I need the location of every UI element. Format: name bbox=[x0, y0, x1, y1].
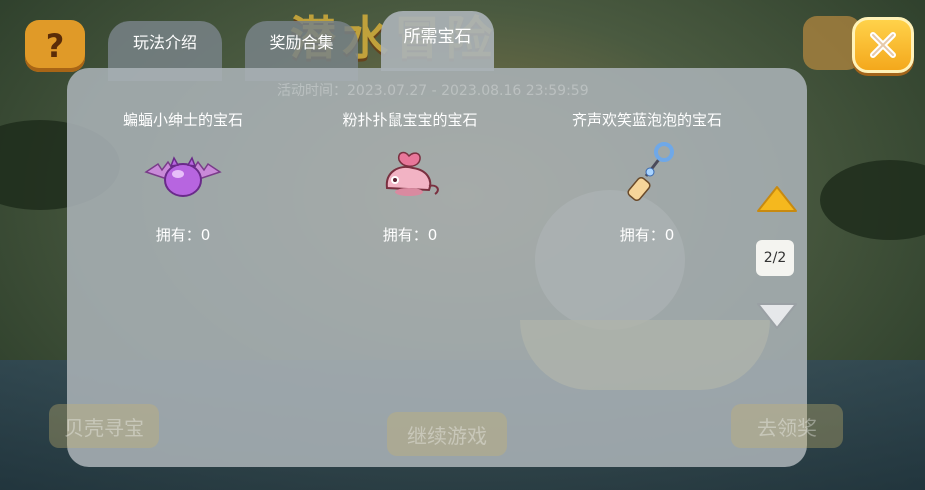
close-button[interactable] bbox=[852, 17, 914, 73]
gem-card-mouse: 粉扑扑鼠宝宝的宝石 拥有：0 bbox=[300, 108, 520, 245]
pink-mouse-gem-icon bbox=[385, 151, 439, 196]
background-claim-button: 去领奖 bbox=[731, 404, 843, 448]
gem-owned-count: 拥有：0 bbox=[155, 226, 211, 244]
purple-bat-gem-icon bbox=[144, 156, 222, 197]
background-continue-button: 继续游戏 bbox=[387, 412, 507, 456]
gem-name: 粉扑扑鼠宝宝的宝石 bbox=[342, 111, 478, 129]
background-leaf bbox=[820, 160, 925, 240]
background-shell-hunt-button: 贝壳寻宝 bbox=[49, 404, 159, 448]
background-event-time: 活动时间：2023.07.27 - 2023.08.16 23:59:59 bbox=[277, 83, 589, 99]
tab-required-gems[interactable]: 所需宝石 bbox=[381, 11, 494, 71]
page-indicator: 2/2 bbox=[756, 240, 794, 276]
question-mark-icon: ? bbox=[45, 27, 65, 65]
bubble-wand-gem-icon bbox=[627, 142, 674, 202]
gem-name: 蝙蝠小绅士的宝石 bbox=[122, 111, 243, 129]
page-up-arrow-icon[interactable] bbox=[756, 185, 798, 215]
gem-name: 齐声欢笑蓝泡泡的宝石 bbox=[571, 111, 722, 129]
gem-owned-count: 拥有：0 bbox=[382, 226, 438, 244]
help-button[interactable]: ? bbox=[25, 20, 85, 72]
gem-card-bat: 蝙蝠小绅士的宝石 拥有：0 bbox=[73, 108, 293, 245]
close-icon bbox=[870, 32, 896, 58]
page-down-arrow-icon[interactable] bbox=[756, 300, 798, 330]
gem-owned-count: 拥有：0 bbox=[619, 226, 675, 244]
gem-card-bubble: 齐声欢笑蓝泡泡的宝石 拥有：0 bbox=[537, 108, 757, 245]
gems-panel: 活动时间：2023.07.27 - 2023.08.16 23:59:59 贝壳… bbox=[49, 68, 843, 467]
